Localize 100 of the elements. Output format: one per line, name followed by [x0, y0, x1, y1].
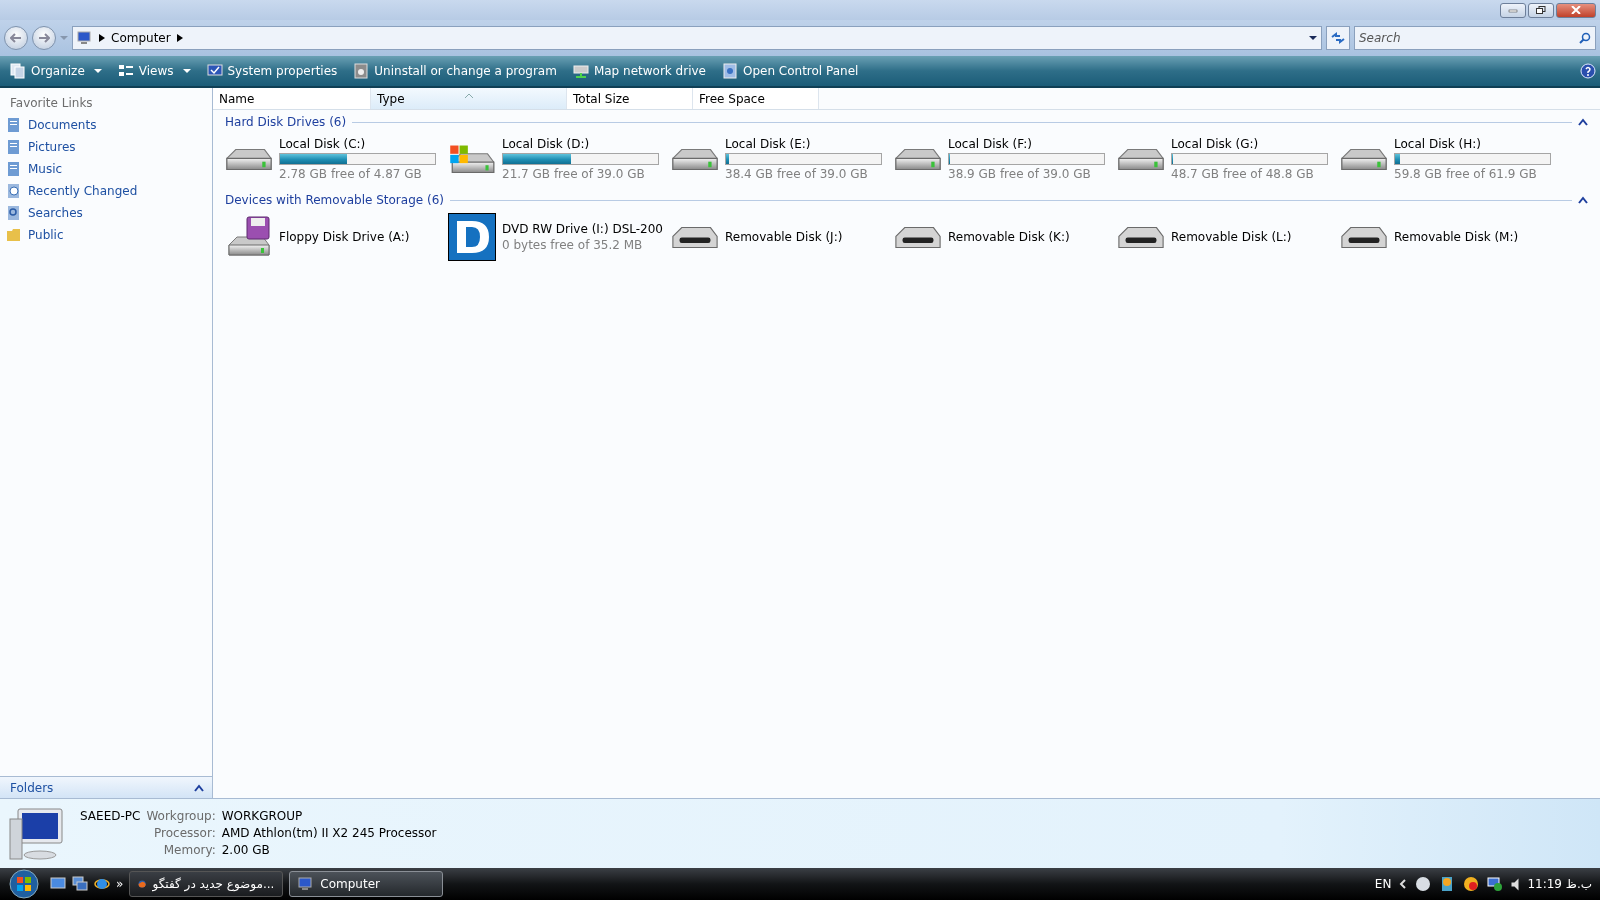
- hard-drive-icon: [1340, 148, 1388, 170]
- hard-drive-icon: [894, 148, 942, 170]
- document-icon: [6, 161, 22, 177]
- toolbar-button[interactable]: Uninstall or change a program: [347, 60, 563, 82]
- free-space-text: 38.4 GB free of 39.0 GB: [725, 167, 869, 181]
- detail-value: AMD Athlon(tm) II X2 245 Processor: [221, 826, 437, 840]
- group-title: Hard Disk Drives (6): [225, 115, 347, 129]
- drive-name[interactable]: Local Disk (F:): [948, 137, 1105, 151]
- removable-drive-icon: [1117, 226, 1165, 248]
- column-header[interactable]: Free Space: [693, 88, 819, 109]
- column-header[interactable]: Name: [213, 88, 371, 109]
- detail-value: WORKGROUP: [221, 809, 304, 823]
- breadcrumb-arrow-icon: [176, 34, 183, 42]
- forward-arrow-icon: [38, 33, 50, 43]
- breadcrumb[interactable]: Computer: [111, 31, 171, 45]
- program-box-icon: [353, 63, 370, 79]
- hard-drive-icon: [225, 148, 273, 170]
- drive-name[interactable]: Removable Disk (J:): [725, 230, 843, 244]
- search-field[interactable]: Search: [1354, 26, 1596, 50]
- minimize-icon: [1508, 7, 1518, 13]
- drive-name[interactable]: Removable Disk (L:): [1171, 230, 1292, 244]
- free-space-text: 38.9 GB free of 39.0 GB: [948, 167, 1092, 181]
- toolbar-button[interactable]: Map network drive: [566, 60, 712, 82]
- computer-name: SAEED-PC: [80, 809, 141, 823]
- dropdown-caret-icon: [93, 67, 102, 75]
- tray-expand-icon: [1399, 879, 1408, 889]
- clock[interactable]: 11:19 ب.ظ: [1527, 877, 1592, 891]
- taskbar-button[interactable]: موضوع جدید در گفتگو...: [129, 871, 284, 897]
- sidebar-link[interactable]: Pictures: [0, 136, 212, 158]
- column-header[interactable]: Total Size: [567, 88, 693, 109]
- sidebar-link[interactable]: Recently Changed: [0, 180, 212, 202]
- computer-icon: [298, 876, 315, 892]
- refresh-arrows-icon: [1331, 32, 1345, 44]
- free-space-text: 2.78 GB free of 4.87 GB: [279, 167, 423, 181]
- network-drive-icon: [572, 63, 589, 79]
- detail-label: Processor:: [153, 826, 216, 840]
- switch-windows-icon: [72, 876, 88, 892]
- dropdown-caret-icon: [182, 67, 191, 75]
- removable-drive-icon: [1340, 226, 1388, 248]
- letter-d-logo-icon: [448, 213, 496, 261]
- pages-icon: [10, 63, 26, 79]
- control-panel-icon: [721, 63, 738, 79]
- computer-monitor-icon: [6, 805, 66, 861]
- network-icon: [1487, 876, 1504, 892]
- toolbar-button[interactable]: Open Control Panel: [715, 60, 865, 82]
- close-icon: [1571, 6, 1581, 14]
- sidebar-title: Favorite Links: [9, 95, 94, 112]
- drive-name[interactable]: Local Disk (D:): [502, 137, 659, 151]
- dropdown-caret-icon: [1309, 34, 1317, 42]
- more-chevron[interactable]: »: [116, 877, 124, 891]
- sidebar-link[interactable]: Documents: [0, 114, 212, 136]
- drive-name[interactable]: Removable Disk (K:): [948, 230, 1070, 244]
- folders-bar[interactable]: Folders: [0, 776, 212, 798]
- minimize-button[interactable]: [1500, 2, 1526, 18]
- sidebar-link[interactable]: Music: [0, 158, 212, 180]
- sidebar-link[interactable]: Searches: [0, 202, 212, 224]
- collapse-chevron-icon: [1578, 196, 1588, 204]
- drive-name[interactable]: Local Disk (E:): [725, 137, 882, 151]
- toolbar-button[interactable]: Organize: [4, 60, 108, 82]
- computer-icon: [77, 31, 93, 45]
- detail-label: Workgroup:: [146, 809, 216, 823]
- browser-e-icon: [94, 876, 110, 892]
- toolbar-button[interactable]: System properties: [200, 60, 344, 82]
- dropdown-caret-icon: [60, 34, 68, 42]
- restore-icon: [1536, 6, 1546, 14]
- search-icon: [1579, 32, 1591, 44]
- drive-name[interactable]: Local Disk (H:): [1394, 137, 1551, 151]
- folder-icon: [6, 227, 22, 243]
- detail-label: Memory:: [162, 843, 216, 857]
- close-button[interactable]: [1556, 2, 1596, 18]
- free-space-text: 48.7 GB free of 48.8 GB: [1171, 167, 1315, 181]
- taskbar-button[interactable]: Computer: [289, 871, 444, 897]
- breadcrumb-arrow-icon: [99, 34, 105, 42]
- floppy-drive-icon: [225, 215, 273, 259]
- removable-drive-icon: [894, 226, 942, 248]
- forward-button[interactable]: [32, 26, 56, 50]
- drive-name[interactable]: Local Disk (C:): [279, 137, 436, 151]
- back-arrow-icon: [10, 33, 22, 43]
- free-space-text: 0 bytes free of 35.2 MB: [502, 238, 644, 252]
- monitor-check-icon: [206, 63, 223, 79]
- back-button[interactable]: [4, 26, 28, 50]
- drive-name[interactable]: DVD RW Drive (I:) DSL-200: [502, 222, 663, 236]
- column-header[interactable]: Type: [371, 88, 567, 109]
- collapse-chevron-icon: [194, 783, 204, 792]
- restore-button[interactable]: [1528, 2, 1554, 18]
- language-indicator[interactable]: EN: [1374, 877, 1392, 891]
- drive-name[interactable]: Local Disk (G:): [1171, 137, 1328, 151]
- refresh-button[interactable]: [1326, 26, 1350, 50]
- address-bar[interactable]: Computer: [72, 26, 1322, 50]
- detail-value: 2.00 GB: [221, 843, 271, 857]
- recent-items-icon: [6, 183, 22, 199]
- document-icon: [6, 117, 22, 133]
- drive-name[interactable]: Removable Disk (M:): [1394, 230, 1519, 244]
- sidebar-link[interactable]: Public: [0, 224, 212, 246]
- desktop-icon: [50, 876, 66, 892]
- hard-drive-icon: [448, 145, 496, 173]
- saved-search-icon: [6, 205, 22, 221]
- drive-name[interactable]: Floppy Disk Drive (A:): [279, 230, 410, 244]
- free-space-text: 21.7 GB free of 39.0 GB: [502, 167, 646, 181]
- toolbar-button[interactable]: Views: [111, 60, 197, 82]
